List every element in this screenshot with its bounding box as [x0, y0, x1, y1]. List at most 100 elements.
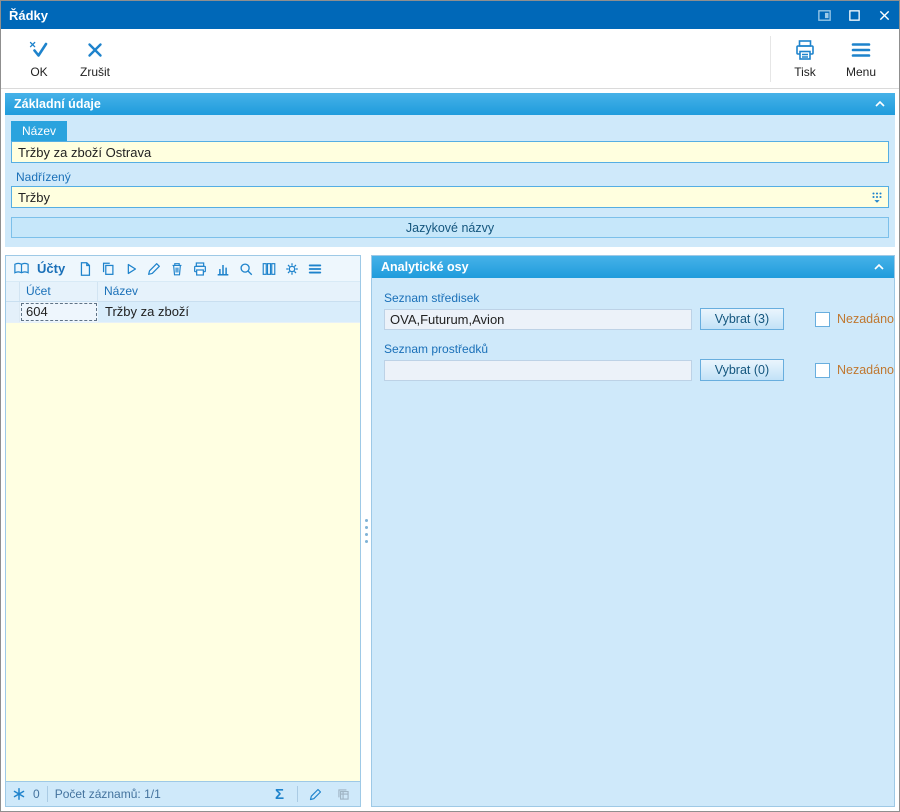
dropdown-grid-icon [870, 190, 884, 204]
resources-nezadano-label[interactable]: Nezadáno [837, 363, 894, 377]
copy-icon [100, 261, 116, 277]
status-count: 0 [33, 787, 40, 801]
axes-section-header: Analytické osy [372, 256, 894, 278]
centers-input[interactable] [384, 309, 692, 330]
maximize-button[interactable] [839, 1, 869, 29]
sheets-icon [336, 787, 351, 802]
magnifier-icon [238, 261, 254, 277]
print-label: Tisk [794, 65, 816, 79]
ok-button[interactable]: OK [11, 33, 67, 85]
table-row[interactable]: 604 Tržby za zboží [6, 302, 360, 323]
window-title: Řádky [1, 8, 809, 23]
window: Řádky OK Zrušit [0, 0, 900, 812]
status-separator [47, 786, 48, 802]
resources-row: Vybrat (0) Nezadáno [384, 359, 894, 381]
grid-header: Účet Název [6, 282, 360, 302]
ok-label: OK [30, 65, 47, 79]
sum-icon: Σ [275, 787, 284, 802]
centers-select-button[interactable]: Vybrat (3) [700, 308, 784, 330]
resources-select-button[interactable]: Vybrat (0) [700, 359, 784, 381]
centers-nezadano-label[interactable]: Nezadáno [837, 312, 894, 326]
cancel-icon [83, 38, 107, 62]
copy-record-button[interactable] [97, 258, 118, 279]
open-record-button[interactable] [120, 258, 141, 279]
resources-input[interactable] [384, 360, 692, 381]
sum-button[interactable]: Σ [269, 784, 290, 805]
list-menu-button[interactable] [304, 258, 325, 279]
maximize-icon [848, 9, 861, 22]
accounts-status-bar: 0 Počet záznamů: 1/1 Σ [6, 781, 360, 806]
axes-body: Seznam středisek Vybrat (3) Nezadáno Sez… [372, 278, 894, 806]
parent-label: Nadřízený [16, 170, 895, 184]
column-header-account[interactable]: Účet [20, 282, 98, 301]
close-button[interactable] [869, 1, 899, 29]
grid-empty-area [6, 323, 360, 781]
name-input[interactable] [11, 141, 889, 163]
columns-button[interactable] [258, 258, 279, 279]
content: Základní údaje Název Nadřízený Jazykové … [1, 89, 899, 811]
print-icon [792, 38, 818, 62]
centers-nezadano-checkbox[interactable] [815, 312, 830, 327]
panel-splitter[interactable] [361, 255, 371, 807]
menu-button[interactable]: Menu [833, 33, 889, 85]
parent-dropdown-button[interactable] [867, 188, 887, 206]
edit-pencil-icon [308, 787, 323, 802]
record-count-label: Počet záznamů: 1/1 [55, 787, 161, 801]
chart-button[interactable] [212, 258, 233, 279]
dock-icon [817, 8, 832, 23]
dock-button[interactable] [809, 1, 839, 29]
basic-section-title: Základní údaje [14, 97, 101, 111]
basic-form: Název Nadřízený Jazykové názvy [5, 115, 895, 247]
print-list-button[interactable] [189, 258, 210, 279]
status-separator-2 [297, 786, 298, 802]
parent-input[interactable] [11, 186, 889, 208]
gear-icon [284, 261, 300, 277]
accounts-toolbar: Účty [6, 256, 360, 282]
accounts-title: Účty [37, 261, 65, 276]
column-header-name[interactable]: Název [98, 282, 360, 301]
accounts-panel: Účty [5, 255, 361, 807]
resources-nezadano-checkbox[interactable] [815, 363, 830, 378]
search-button[interactable] [235, 258, 256, 279]
trash-icon [169, 261, 185, 277]
bar-chart-icon [215, 261, 231, 277]
panels-row: Účty [5, 255, 895, 807]
settings-button[interactable] [281, 258, 302, 279]
language-names-button[interactable]: Jazykové názvy [11, 217, 889, 238]
close-icon [878, 9, 891, 22]
axes-collapse-chevron-icon[interactable] [873, 263, 885, 271]
busy-indicator-icon [12, 787, 26, 801]
browse-book-icon [11, 258, 32, 279]
new-record-button[interactable] [74, 258, 95, 279]
splitter-dot [365, 540, 368, 543]
splitter-dot [365, 526, 368, 529]
name-label: Název [11, 121, 67, 141]
splitter-dot [365, 519, 368, 522]
centers-label: Seznam středisek [384, 291, 894, 305]
axes-panel: Analytické osy Seznam středisek Vybrat (… [371, 255, 895, 807]
quick-edit-button[interactable] [305, 784, 326, 805]
play-icon [123, 261, 139, 277]
cancel-button[interactable]: Zrušit [67, 33, 123, 85]
columns-icon [261, 261, 277, 277]
row-indicator-header [6, 282, 20, 301]
cancel-label: Zrušit [80, 65, 110, 79]
splitter-dot [365, 533, 368, 536]
printer-icon [192, 261, 208, 277]
row-indicator [6, 302, 20, 322]
cell-name: Tržby za zboží [98, 302, 360, 322]
toolbar-separator [770, 36, 771, 82]
pencil-icon [146, 261, 162, 277]
hamburger-icon [307, 261, 323, 277]
delete-record-button[interactable] [166, 258, 187, 279]
edit-record-button[interactable] [143, 258, 164, 279]
print-button[interactable]: Tisk [777, 33, 833, 85]
toolbar: OK Zrušit Tisk Menu [1, 29, 899, 89]
basic-section-header: Základní údaje [5, 93, 895, 115]
centers-row: Vybrat (3) Nezadáno [384, 308, 894, 330]
menu-icon [848, 38, 874, 62]
menu-label: Menu [846, 65, 876, 79]
axes-section-title: Analytické osy [381, 260, 469, 274]
collapse-chevron-icon[interactable] [874, 100, 886, 108]
export-button[interactable] [333, 784, 354, 805]
